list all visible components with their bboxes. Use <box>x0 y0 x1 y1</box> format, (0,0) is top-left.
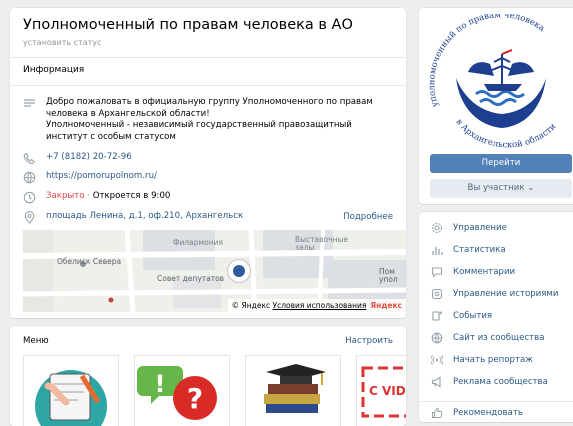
sidebar-item-label: Реклама сообщества <box>453 377 548 387</box>
community-avatar-card: уполномоченный по правам человека в Арха… <box>419 8 573 204</box>
page-title: Уполномоченный по правам человека в АО <box>23 17 353 33</box>
menu-tile-graduation[interactable] <box>245 355 341 426</box>
configure-menu-link[interactable]: Настроить <box>345 336 393 346</box>
member-dropdown-button[interactable]: Вы участник ⌄ <box>430 179 572 198</box>
chevron-down-icon: ⌄ <box>527 183 535 193</box>
location-pin-icon <box>24 211 35 224</box>
map-label: Филармония <box>173 238 224 247</box>
set-status-link[interactable]: установить статус <box>23 38 101 47</box>
stats-icon <box>432 247 443 255</box>
map-label: Совет депутатов <box>157 274 225 283</box>
description-line: институт с особым статусом <box>46 131 176 142</box>
question-icon: ! ? <box>135 356 229 426</box>
more-info-link[interactable]: Подробнее <box>343 212 393 222</box>
yandex-logo[interactable]: Яндекс <box>370 301 402 310</box>
member-button-label: Вы участник <box>467 183 525 193</box>
map-location-marker[interactable] <box>227 259 251 283</box>
divider <box>10 57 406 58</box>
phone-number[interactable]: +7 (8182) 20-72-96 <box>46 152 132 164</box>
admin-menu-card: Управление Статистика Комментарии Управл… <box>419 212 573 422</box>
menu-tile-notepad[interactable] <box>23 355 119 426</box>
phone-icon <box>23 152 35 165</box>
menu-tile-covid[interactable]: C VID <box>356 355 406 426</box>
menu-tile-question[interactable]: ! ? <box>134 355 230 426</box>
hours-text: Закрыто · Откроется в 9:00 <box>46 191 170 203</box>
clock-icon <box>23 191 36 204</box>
community-logo[interactable]: уполномоченный по правам человека в Арха… <box>424 10 573 150</box>
divider <box>419 401 573 402</box>
globe-icon <box>431 332 443 344</box>
description-icon <box>24 99 35 107</box>
info-section-title: Информация <box>23 65 85 75</box>
community-info-card: Уполномоченный по правам человека в АО у… <box>10 8 406 318</box>
sidebar-item-label: Управление историями <box>453 289 559 299</box>
map-label: Выставочные залы <box>295 235 349 252</box>
description-text: Добро пожаловать в официальную группу Уп… <box>46 97 391 143</box>
map-copyright: © Яндекс <box>231 301 271 310</box>
map-terms-link[interactable]: Условия использования <box>273 301 367 310</box>
description-line: Добро пожаловать в официальную группу Уп… <box>46 97 373 107</box>
menu-title: Меню <box>23 336 49 346</box>
map-widget[interactable]: Филармония Выставочные залы Обелиск Севе… <box>23 230 406 312</box>
sidebar-item-label: Рекомендовать <box>453 408 523 418</box>
thumbsup-icon <box>432 407 443 418</box>
website-link[interactable]: https://pomorupolnom.ru/ <box>46 171 157 183</box>
svg-text:!: ! <box>155 370 166 398</box>
sidebar-item-label: Комментарии <box>453 267 516 277</box>
map-attribution: © Яндекс Условия использования Яндекс <box>227 299 406 312</box>
notepad-icon <box>24 356 118 426</box>
broadcast-icon <box>431 355 443 365</box>
community-menu-card: Меню Настроить ! ? C VID <box>10 326 406 426</box>
sidebar-item-label: События <box>453 311 493 321</box>
sidebar-item-label: Управление <box>453 223 507 233</box>
svg-text:?: ? <box>187 382 203 415</box>
go-button[interactable]: Перейти <box>430 154 572 173</box>
address-link[interactable]: площадь Ленина, д.1, оф.210, Архангельск <box>46 211 243 223</box>
ombudsman-logo-icon: уполномоченный по правам человека в Арха… <box>427 10 558 150</box>
description-line: человека в Архангельской области! <box>46 108 210 119</box>
map-label: Пом упол <box>379 267 398 284</box>
graduation-icon <box>246 356 340 426</box>
sidebar-item-label: Статистика <box>453 245 506 255</box>
hours-status: Закрыто <box>46 191 85 201</box>
divider <box>10 85 406 86</box>
comment-icon <box>431 267 443 278</box>
map-label: Обелиск Севера <box>57 257 122 266</box>
sidebar-item-label: Начать репортаж <box>453 355 533 365</box>
stories-icon <box>431 288 443 300</box>
hours-next: Откроется в 9:00 <box>92 191 171 201</box>
hours-separator: · <box>84 191 93 201</box>
gear-icon <box>431 222 443 234</box>
sidebar-item-label: Сайт из сообщества <box>453 333 545 343</box>
events-icon <box>432 311 442 321</box>
globe-icon <box>23 171 36 184</box>
description-line: Уполномоченный - независимый государстве… <box>46 120 352 130</box>
megaphone-icon <box>431 376 441 388</box>
covid-banner-text: C VID <box>369 384 406 398</box>
